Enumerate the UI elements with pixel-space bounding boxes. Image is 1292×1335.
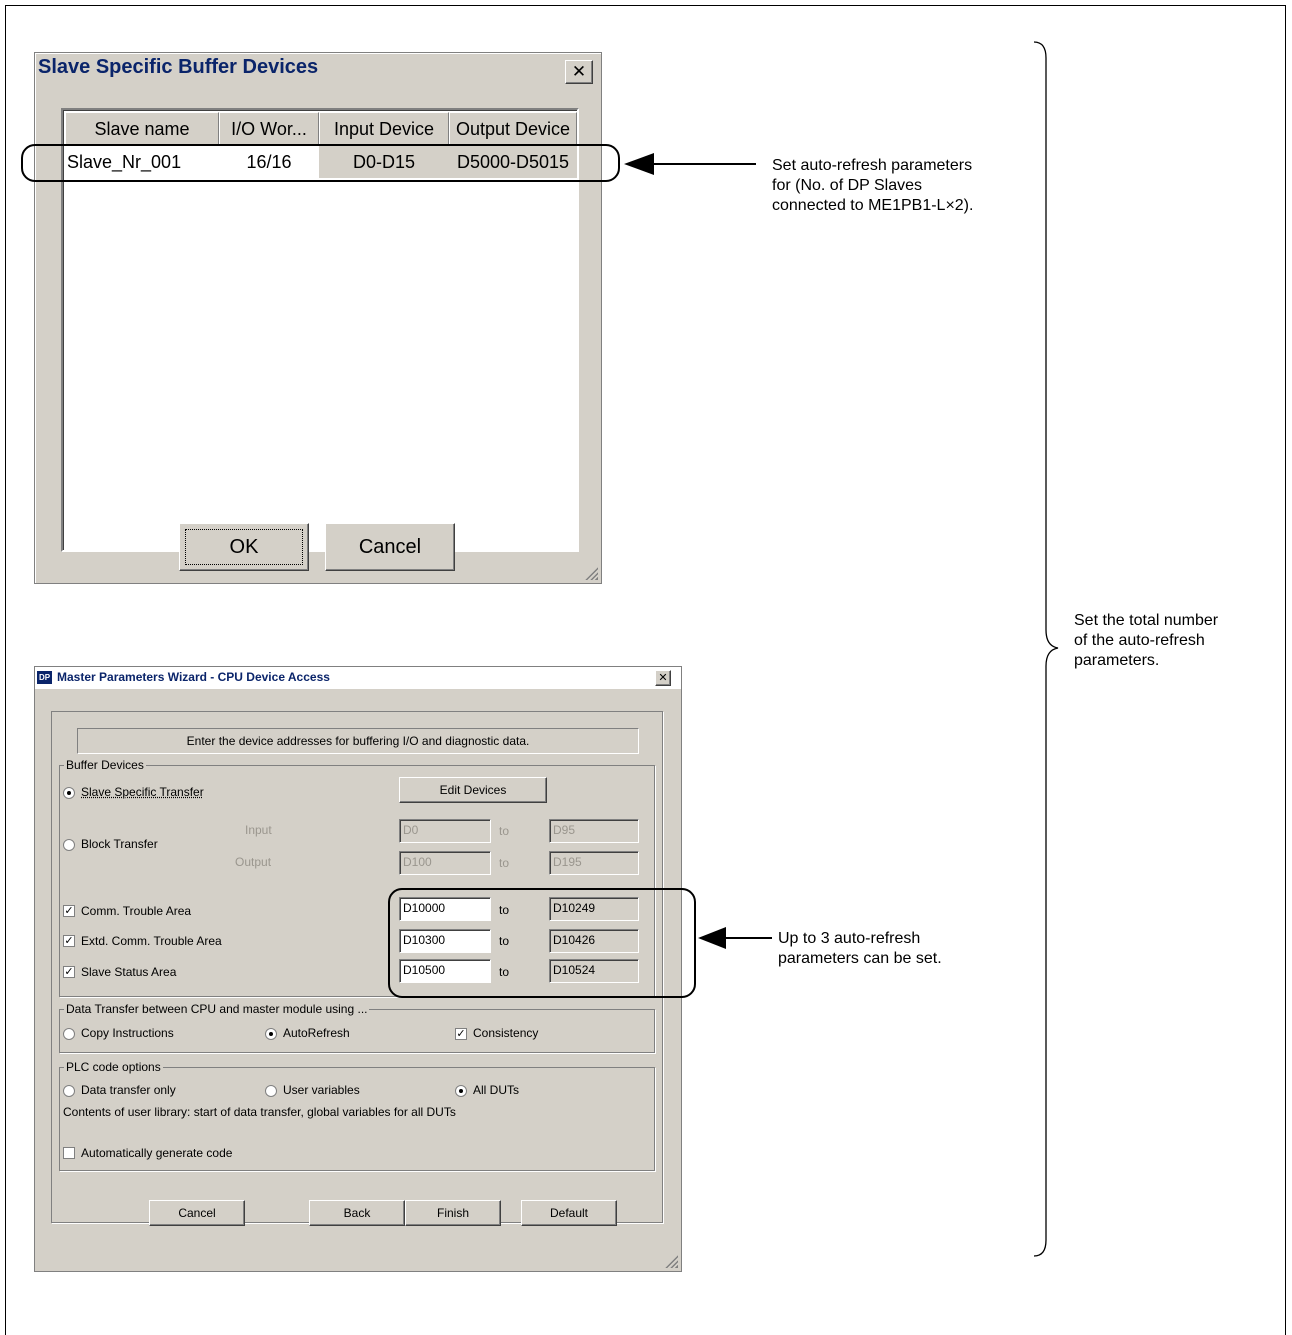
consistency-label[interactable]: Consistency xyxy=(473,1026,538,1040)
group-legend: Buffer Devices xyxy=(64,758,146,772)
comm-trouble-checkbox[interactable]: ✓ xyxy=(63,905,75,917)
auto-generate-label[interactable]: Automatically generate code xyxy=(81,1146,232,1160)
total-annotation: Set the total number of the auto-refresh… xyxy=(1074,612,1219,669)
all-duts-radio[interactable] xyxy=(455,1085,467,1097)
comm-trouble-label[interactable]: Comm. Trouble Area xyxy=(81,904,191,918)
cancel-button[interactable]: Cancel xyxy=(325,523,455,571)
output-label: Output xyxy=(235,855,272,869)
close-icon[interactable]: ✕ xyxy=(565,60,593,84)
input-label: Input xyxy=(245,823,272,837)
resize-grip[interactable] xyxy=(584,566,598,580)
column-header-slave-name[interactable]: Slave name xyxy=(65,112,219,146)
extd-comm-trouble-label[interactable]: Extd. Comm. Trouble Area xyxy=(81,934,222,948)
finish-button[interactable]: Finish xyxy=(405,1200,501,1226)
edit-devices-button[interactable]: Edit Devices xyxy=(399,777,547,803)
block-transfer-label[interactable]: Block Transfer xyxy=(81,837,158,851)
ok-button[interactable]: OK xyxy=(179,523,309,571)
arrow-left-icon xyxy=(698,927,772,949)
instruction-box: Enter the device addresses for buffering… xyxy=(77,728,639,754)
dialog-title: Slave Specific Buffer Devices xyxy=(38,56,319,78)
block-output-to-field: D195 xyxy=(549,851,639,875)
title-bar: DP Master Parameters Wizard - CPU Device… xyxy=(35,667,681,689)
auto-generate-checkbox[interactable] xyxy=(63,1147,75,1159)
area-annotation: Up to 3 auto-refresh parameters can be s… xyxy=(778,930,942,967)
all-duts-label[interactable]: All DUTs xyxy=(473,1083,519,1097)
slave-specific-transfer-radio[interactable] xyxy=(63,787,75,799)
curly-brace-icon xyxy=(1033,41,1059,1257)
slave-status-checkbox[interactable]: ✓ xyxy=(63,966,75,978)
default-button[interactable]: Default xyxy=(521,1200,617,1226)
block-input-from-field: D0 xyxy=(399,819,491,843)
focus-ring xyxy=(185,529,303,565)
slave-row-highlight xyxy=(21,144,620,182)
autorefresh-label[interactable]: AutoRefresh xyxy=(283,1026,350,1040)
back-button[interactable]: Back xyxy=(309,1200,405,1226)
data-transfer-only-radio[interactable] xyxy=(63,1085,75,1097)
slave-specific-transfer-label[interactable]: Slave Specific Transfer xyxy=(81,785,204,799)
group-legend: Data Transfer between CPU and master mod… xyxy=(64,1002,370,1016)
copy-instructions-radio[interactable] xyxy=(63,1028,75,1040)
cancel-button[interactable]: Cancel xyxy=(149,1200,245,1226)
block-output-from-field: D100 xyxy=(399,851,491,875)
extd-comm-trouble-checkbox[interactable]: ✓ xyxy=(63,935,75,947)
close-icon[interactable]: ✕ xyxy=(655,670,671,686)
wizard-title: Master Parameters Wizard - CPU Device Ac… xyxy=(57,670,330,684)
copy-instructions-label[interactable]: Copy Instructions xyxy=(81,1026,174,1040)
slave-buffer-devices-dialog: Slave Specific Buffer Devices ✕ Slave na… xyxy=(34,52,602,584)
slave-status-label[interactable]: Slave Status Area xyxy=(81,965,176,979)
column-header-input-device[interactable]: Input Device xyxy=(319,112,449,146)
data-transfer-only-label[interactable]: Data transfer only xyxy=(81,1083,176,1097)
to-label: to xyxy=(499,824,510,838)
resize-grip[interactable] xyxy=(664,1254,678,1268)
block-transfer-radio[interactable] xyxy=(63,839,75,851)
autorefresh-radio[interactable] xyxy=(265,1028,277,1040)
user-variables-radio[interactable] xyxy=(265,1085,277,1097)
consistency-checkbox[interactable]: ✓ xyxy=(455,1028,467,1040)
library-contents-text: Contents of user library: start of data … xyxy=(63,1105,456,1119)
arrow-left-icon xyxy=(624,153,756,175)
block-input-to-field: D95 xyxy=(549,819,639,843)
dp-app-icon: DP xyxy=(37,671,52,684)
group-legend: PLC code options xyxy=(64,1060,163,1074)
device-fields-highlight xyxy=(388,888,696,998)
column-header-output-device[interactable]: Output Device xyxy=(449,112,577,146)
to-label: to xyxy=(499,856,510,870)
user-variables-label[interactable]: User variables xyxy=(283,1083,360,1097)
column-header-io-words[interactable]: I/O Wor... xyxy=(219,112,319,146)
slave-row-annotation: Set auto-refresh parameters for (No. of … xyxy=(772,157,974,214)
